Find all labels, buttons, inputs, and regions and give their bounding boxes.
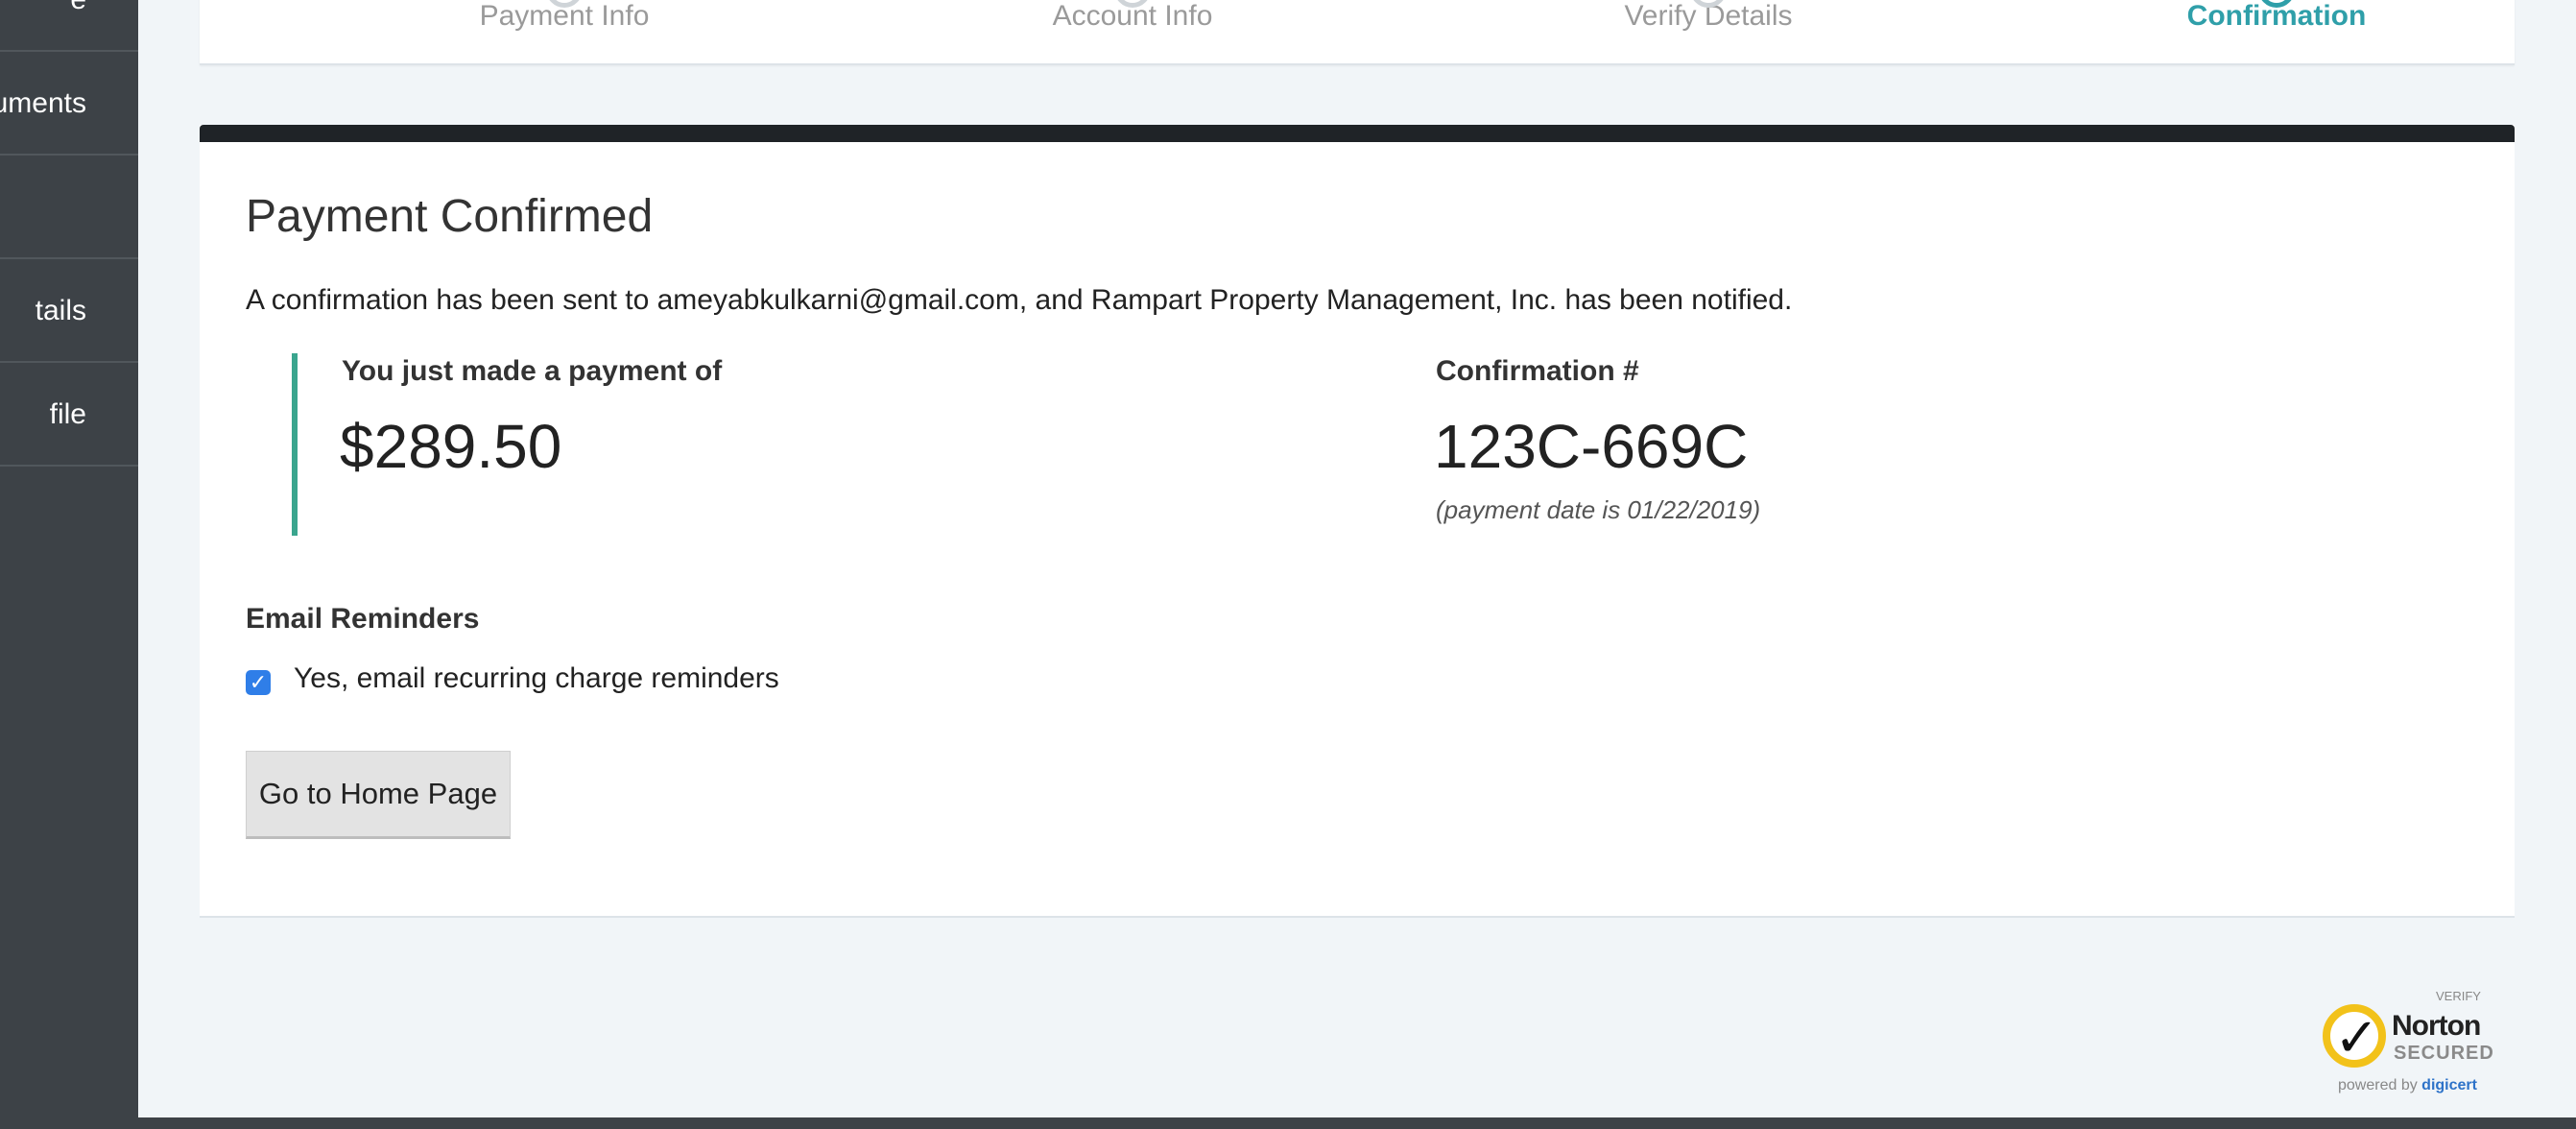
checkmark-icon: ✓ bbox=[249, 670, 268, 694]
badge-powered-prefix: powered by bbox=[2338, 1077, 2418, 1093]
progress-stepper: Payment Info Account Info Verify Details… bbox=[200, 0, 2515, 65]
sidebar-item-label: file bbox=[49, 398, 86, 430]
reminder-checkbox-label[interactable]: Yes, email recurring charge reminders bbox=[294, 662, 779, 695]
page-title: Payment Confirmed bbox=[246, 191, 654, 242]
sidebar-item-label: uments bbox=[0, 87, 86, 119]
confirmation-number-label: Confirmation # bbox=[1436, 355, 1639, 387]
reminder-checkbox[interactable]: ✓ bbox=[246, 670, 271, 695]
payment-label: You just made a payment of bbox=[342, 355, 723, 387]
sidebar-item-details[interactable]: tails bbox=[0, 259, 138, 363]
go-to-home-button[interactable]: Go to Home Page bbox=[246, 751, 511, 839]
step-account-info: Account Info bbox=[989, 0, 1276, 33]
card-header-bar bbox=[200, 125, 2515, 142]
sidebar-item-blank[interactable] bbox=[0, 156, 138, 259]
confirmation-notice: A confirmation has been sent to ameyabku… bbox=[246, 284, 1793, 316]
sidebar-item-documents[interactable]: uments bbox=[0, 52, 138, 156]
sidebar-item-label: e bbox=[70, 0, 86, 50]
confirmation-card: Payment Confirmed A confirmation has bee… bbox=[200, 125, 2515, 918]
norton-secured-badge[interactable]: VERIFY ✓ Norton SECURED powered by digic… bbox=[2323, 989, 2515, 1096]
step-payment-info: Payment Info bbox=[420, 0, 708, 33]
sidebar-item-profile[interactable]: file bbox=[0, 363, 138, 467]
badge-powered-by: powered by digicert bbox=[2338, 1077, 2477, 1094]
badge-verify-text: VERIFY bbox=[2436, 989, 2481, 1003]
confirmation-number: 123C-669C bbox=[1434, 412, 1749, 481]
sidebar-item-label: tails bbox=[35, 295, 86, 326]
step-confirmation: Confirmation bbox=[2123, 0, 2430, 33]
email-reminders-heading: Email Reminders bbox=[246, 603, 480, 635]
step-verify-details: Verify Details bbox=[1555, 0, 1862, 33]
bottom-bar bbox=[138, 1117, 2576, 1129]
payment-date-note: (payment date is 01/22/2019) bbox=[1436, 495, 1761, 524]
payment-accent-border bbox=[292, 353, 298, 536]
sidebar-item-home[interactable]: e bbox=[0, 0, 138, 52]
payment-amount: $289.50 bbox=[340, 412, 562, 481]
badge-secured-text: SECURED bbox=[2394, 1043, 2494, 1064]
checkmark-icon: ✓ bbox=[2334, 1007, 2379, 1068]
badge-powered-brand: digicert bbox=[2421, 1077, 2477, 1093]
sidebar: e uments tails file bbox=[0, 0, 138, 1129]
badge-name: Norton bbox=[2392, 1010, 2481, 1042]
